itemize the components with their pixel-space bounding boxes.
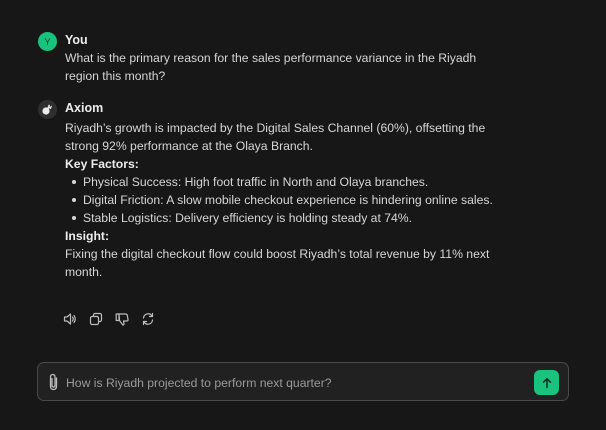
speaker-icon xyxy=(63,313,76,325)
list-item: Stable Logistics: Delivery efficiency is… xyxy=(72,209,495,227)
list-item: Physical Success: High foot traffic in N… xyxy=(72,173,495,191)
message-input[interactable] xyxy=(64,369,528,397)
send-button[interactable] xyxy=(534,370,559,395)
thumbs-down-icon xyxy=(115,313,129,326)
assistant-sender-name: Axiom xyxy=(65,101,104,115)
user-avatar-letter: Y xyxy=(44,36,51,47)
assistant-logo-icon xyxy=(42,104,52,115)
key-factors-title: Key Factors: xyxy=(65,157,139,171)
copy-button[interactable] xyxy=(87,310,105,328)
user-avatar: Y xyxy=(38,32,57,51)
key-factors-list: Physical Success: High foot traffic in N… xyxy=(65,173,495,227)
message-composer xyxy=(37,362,569,401)
regenerate-button[interactable] xyxy=(139,310,157,328)
assistant-intro-text: Riyadh’s growth is impacted by the Digit… xyxy=(65,121,486,153)
assistant-message-body: Riyadh’s growth is impacted by the Digit… xyxy=(65,119,495,281)
insight-title: Insight: xyxy=(65,229,110,243)
read-aloud-button[interactable] xyxy=(61,310,79,328)
attach-button[interactable] xyxy=(45,372,61,392)
list-item: Digital Friction: A slow mobile checkout… xyxy=(72,191,495,209)
copy-icon xyxy=(89,312,103,326)
thumbs-down-button[interactable] xyxy=(113,310,131,328)
assistant-avatar xyxy=(38,100,57,119)
user-message-text: What is the primary reason for the sales… xyxy=(65,51,477,83)
arrow-up-icon xyxy=(542,377,551,388)
user-sender-name: You xyxy=(65,33,88,47)
regenerate-icon xyxy=(142,312,154,326)
paperclip-icon xyxy=(49,373,57,391)
message-actions xyxy=(61,310,157,328)
insight-text: Fixing the digital checkout flow could b… xyxy=(65,247,490,279)
chat-window: Y You What is the primary reason for the… xyxy=(0,0,606,430)
